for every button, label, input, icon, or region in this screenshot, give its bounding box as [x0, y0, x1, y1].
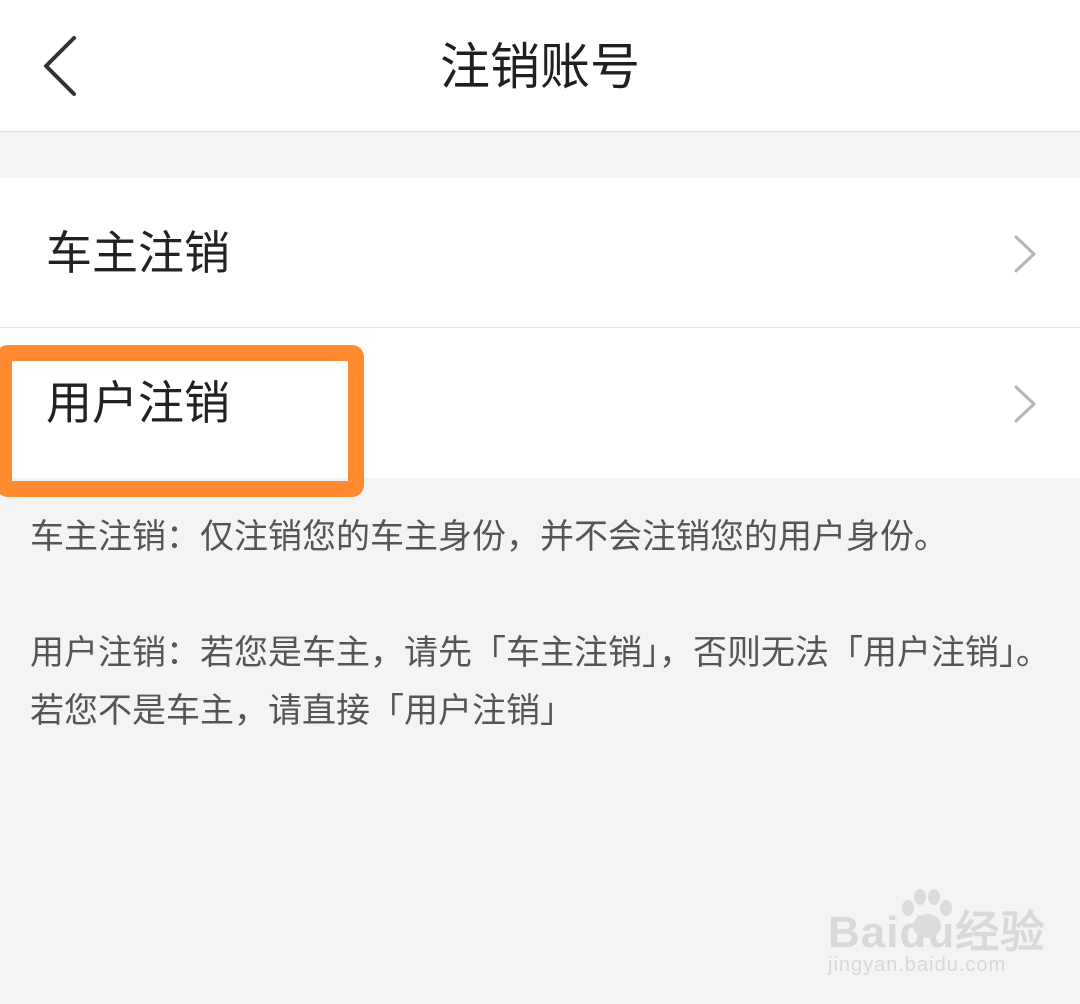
watermark: Baidu经验 jingyan.baidu.com	[828, 888, 1048, 988]
menu-list: 车主注销 用户注销	[0, 178, 1080, 478]
explanation-notes: 车主注销：仅注销您的车主身份，并不会注销您的用户身份。 用户注销：若您是车主，请…	[30, 508, 1050, 740]
watermark-url: jingyan.baidu.com	[828, 954, 1007, 976]
menu-item-label: 用户注销	[46, 376, 230, 430]
paw-icon	[902, 889, 952, 938]
page-title: 注销账号	[440, 38, 640, 96]
menu-item-user-cancel[interactable]: 用户注销	[0, 328, 1080, 478]
note-owner-cancel: 车主注销：仅注销您的车主身份，并不会注销您的用户身份。	[30, 517, 948, 557]
menu-item-owner-cancel[interactable]: 车主注销	[0, 178, 1080, 328]
chevron-right-icon	[1014, 235, 1036, 273]
menu-item-label: 车主注销	[46, 226, 230, 280]
note-user-cancel: 用户注销：若您是车主，请先「车主注销」，否则无法「用户注销」。若您不是车主，请直…	[30, 633, 1050, 731]
nav-bar: 注销账号	[0, 0, 1080, 132]
chevron-right-icon	[1014, 385, 1036, 423]
